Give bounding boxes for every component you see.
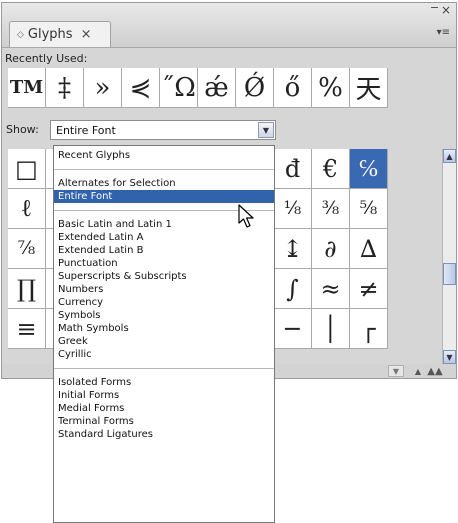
tab-glyphs[interactable]: ◇ Glyphs × xyxy=(9,21,111,47)
menu-item[interactable]: Numbers xyxy=(54,283,274,296)
close-icon[interactable]: × xyxy=(441,4,451,16)
menu-item[interactable]: Currency xyxy=(54,296,274,309)
menu-separator xyxy=(54,169,274,170)
glyph-cell[interactable]: ∆ xyxy=(350,229,388,269)
recent-glyph-cell[interactable]: ‡ xyxy=(46,68,84,108)
show-label: Show: xyxy=(6,123,39,136)
show-dropdown-value: Entire Font xyxy=(56,123,116,137)
glyph-cell[interactable]: ≠ xyxy=(350,269,388,309)
menu-item[interactable]: Recent Glyphs xyxy=(54,149,274,162)
scroll-thumb[interactable] xyxy=(443,263,456,285)
recent-glyph-cell[interactable]: Ǿ xyxy=(236,68,274,108)
arrow-down-icon[interactable]: ▼ xyxy=(443,350,456,364)
recently-used-label: Recently Used: xyxy=(5,52,88,65)
glyph-cell[interactable]: □ xyxy=(8,149,46,189)
menu-item[interactable]: Cyrillic xyxy=(54,348,274,361)
tab-label: Glyphs xyxy=(27,27,73,42)
show-dropdown-menu: Recent Glyphs Alternates for Selection Ent… xyxy=(53,145,275,523)
glyph-cell[interactable]: ℅ xyxy=(350,149,388,189)
menu-item[interactable]: Medial Forms xyxy=(54,402,274,415)
glyph-cell[interactable]: ↨ xyxy=(274,229,312,269)
recent-glyph-cell[interactable]: TM xyxy=(8,68,46,108)
arrow-up-icon[interactable]: ▲ xyxy=(443,149,456,163)
zoom-out-icon[interactable]: ▲ xyxy=(410,365,426,377)
diamond-icon: ◇ xyxy=(17,29,24,40)
recent-glyph-cell[interactable]: ő xyxy=(274,68,312,108)
menu-item[interactable]: Alternates for Selection xyxy=(54,177,274,190)
glyph-cell[interactable]: ≡ xyxy=(8,309,46,349)
menu-item[interactable]: Standard Ligatures xyxy=(54,428,274,441)
menu-item[interactable]: Math Symbols xyxy=(54,322,274,335)
glyph-cell[interactable]: ¹⁄₈ xyxy=(274,189,312,229)
glyph-cell[interactable]: │ xyxy=(312,309,350,349)
menu-item[interactable]: Initial Forms xyxy=(54,389,274,402)
glyph-cell[interactable]: ┌ xyxy=(350,309,388,349)
menu-item[interactable]: Greek xyxy=(54,335,274,348)
pointer-icon xyxy=(238,204,254,228)
recent-glyph-cell[interactable]: » xyxy=(84,68,122,108)
recent-glyph-cell[interactable]: % xyxy=(312,68,350,108)
panel-tabbar: × ▾≡ ◇ Glyphs × xyxy=(2,3,456,48)
glyph-cell[interactable]: ⁵⁄₈ xyxy=(350,189,388,229)
flyout-menu-icon[interactable]: ▾≡ xyxy=(437,27,450,38)
menu-item[interactable]: Entire Font xyxy=(54,190,274,203)
menu-item[interactable]: Extended Latin B xyxy=(54,244,274,257)
menu-item[interactable]: Symbols xyxy=(54,309,274,322)
tab-close-icon[interactable]: × xyxy=(81,27,92,42)
recent-glyph-cell[interactable]: ˝Ω xyxy=(160,68,198,108)
menu-item[interactable]: Superscripts & Subscripts xyxy=(54,270,274,283)
menu-item[interactable]: Extended Latin A xyxy=(54,231,274,244)
glyph-cell[interactable]: đ xyxy=(274,149,312,189)
menu-separator xyxy=(54,368,274,369)
glyph-cell[interactable]: ∏ xyxy=(8,269,46,309)
chevron-down-icon[interactable]: ▼ xyxy=(258,122,274,138)
menu-item[interactable]: Terminal Forms xyxy=(54,415,274,428)
glyph-cell[interactable]: ∫ xyxy=(274,269,312,309)
glyph-cell[interactable]: € xyxy=(312,149,350,189)
glyph-cell[interactable]: ³⁄₈ xyxy=(312,189,350,229)
recent-glyph-cell[interactable]: ⋞ xyxy=(122,68,160,108)
menu-item[interactable]: Isolated Forms xyxy=(54,376,274,389)
font-style-dropdown[interactable]: ▼ xyxy=(388,365,404,377)
recent-glyph-cell[interactable]: 天 xyxy=(350,68,388,108)
vertical-scrollbar[interactable]: ▲ ▼ xyxy=(442,149,456,364)
minimize-icon[interactable] xyxy=(431,7,438,8)
glyph-cell[interactable]: ℓ xyxy=(8,189,46,229)
show-dropdown[interactable]: Entire Font ▼ xyxy=(50,120,276,140)
recent-glyph-cell[interactable]: ǽ xyxy=(198,68,236,108)
glyph-cell[interactable]: ∂ xyxy=(312,229,350,269)
glyph-cell[interactable]: ─ xyxy=(274,309,312,349)
zoom-in-icon[interactable]: ▲▲ xyxy=(427,365,443,377)
recent-glyphs-grid: TM ‡» ⋞ ˝Ω ǽ Ǿő% 天 xyxy=(8,68,388,108)
glyph-cell[interactable]: ≈ xyxy=(312,269,350,309)
glyph-cell[interactable]: ⁷⁄₈ xyxy=(8,229,46,269)
menu-item[interactable]: Punctuation xyxy=(54,257,274,270)
